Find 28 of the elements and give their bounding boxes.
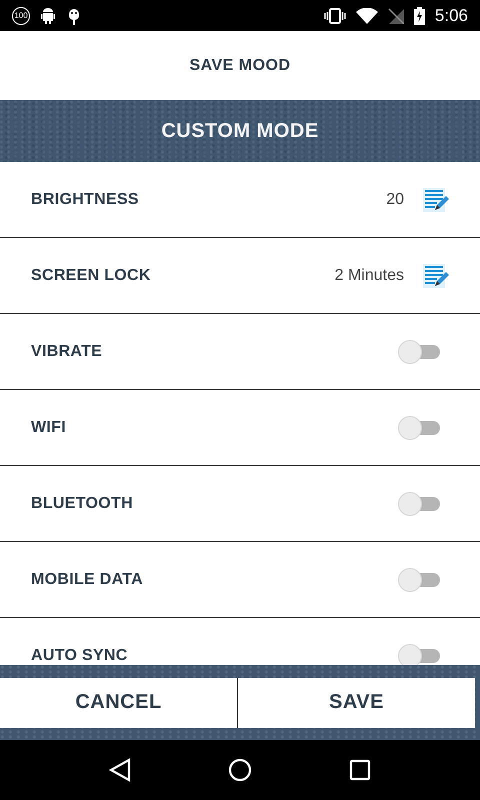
setting-value: 20: [386, 190, 404, 208]
setting-label: BLUETOOTH: [31, 494, 133, 512]
vibrate-icon: [324, 8, 346, 24]
home-icon[interactable]: [228, 758, 252, 782]
setting-label: SCREEN LOCK: [31, 266, 151, 284]
setting-label: MOBILE DATA: [31, 570, 144, 588]
wifi-icon: [356, 8, 378, 24]
android-icon: [40, 6, 56, 24]
cancel-button[interactable]: CANCEL: [0, 678, 237, 728]
back-icon[interactable]: [108, 758, 131, 782]
battery-icon: [414, 6, 425, 24]
setting-label: AUTO SYNC: [31, 646, 128, 664]
battery-saver-badge: 100: [12, 6, 30, 24]
clock-time: 5:06: [434, 6, 468, 26]
setting-label: BRIGHTNESS: [31, 190, 139, 208]
toggle-switch[interactable]: [398, 416, 442, 440]
toggle-switch[interactable]: [398, 340, 442, 364]
toggle-switch[interactable]: [398, 568, 442, 592]
section-header: CUSTOM MODE: [0, 100, 480, 162]
screen-title: SAVE MOOD: [188, 56, 292, 76]
toggle-switch[interactable]: [398, 492, 442, 516]
save-button[interactable]: SAVE: [237, 678, 475, 728]
setting-value: 2 Minutes: [334, 266, 404, 284]
recents-icon[interactable]: [349, 759, 372, 781]
no-sim-icon: [388, 8, 404, 24]
bug-icon: [66, 6, 82, 24]
setting-label: VIBRATE: [31, 342, 102, 360]
setting-label: WIFI: [31, 418, 66, 436]
